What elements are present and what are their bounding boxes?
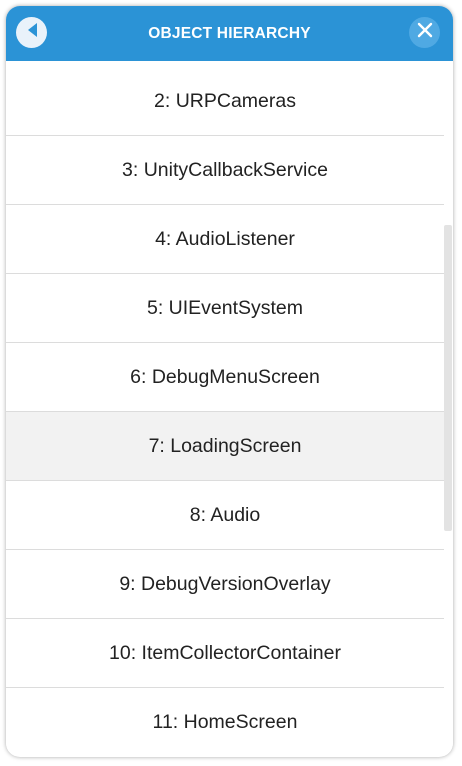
list-item-label: 10: ItemCollectorContainer bbox=[109, 641, 341, 664]
back-arrow-icon bbox=[25, 22, 39, 43]
list-item-label: 8: Audio bbox=[189, 503, 261, 526]
scrollbar[interactable] bbox=[444, 61, 453, 757]
list-item[interactable]: 7: LoadingScreen bbox=[6, 412, 444, 481]
object-hierarchy-panel: OBJECT HIERARCHY 2: URPCameras 3: UnityC… bbox=[6, 6, 453, 757]
list-item-label: 3: UnityCallbackService bbox=[122, 158, 328, 181]
list-item-label: 9: DebugVersionOverlay bbox=[119, 572, 331, 595]
list-item-label: 6: DebugMenuScreen bbox=[130, 365, 320, 388]
hierarchy-list[interactable]: 2: URPCameras 3: UnityCallbackService 4:… bbox=[6, 61, 444, 757]
list-item[interactable]: 5: UIEventSystem bbox=[6, 274, 444, 343]
list-item[interactable]: 8: Audio bbox=[6, 481, 444, 550]
list-item[interactable]: 11: HomeScreen bbox=[6, 688, 444, 756]
list-item[interactable]: 9: DebugVersionOverlay bbox=[6, 550, 444, 619]
back-button[interactable] bbox=[16, 17, 47, 48]
list-item-label: 4: AudioListener bbox=[155, 227, 295, 250]
scrollbar-thumb[interactable] bbox=[444, 225, 452, 531]
list-item[interactable]: 6: DebugMenuScreen bbox=[6, 343, 444, 412]
close-button[interactable] bbox=[409, 17, 440, 48]
list-item[interactable]: 2: URPCameras bbox=[6, 67, 444, 136]
list-item-label: 11: HomeScreen bbox=[152, 710, 298, 733]
panel-title: OBJECT HIERARCHY bbox=[148, 24, 311, 42]
list-item[interactable]: 3: UnityCallbackService bbox=[6, 136, 444, 205]
list-item[interactable]: 10: ItemCollectorContainer bbox=[6, 619, 444, 688]
list-item-label: 7: LoadingScreen bbox=[148, 434, 302, 457]
list-item[interactable]: 4: AudioListener bbox=[6, 205, 444, 274]
close-icon bbox=[417, 22, 433, 43]
list-item-label: 2: URPCameras bbox=[154, 89, 296, 112]
panel-header: OBJECT HIERARCHY bbox=[6, 6, 453, 61]
list-item-label: 5: UIEventSystem bbox=[146, 296, 304, 319]
